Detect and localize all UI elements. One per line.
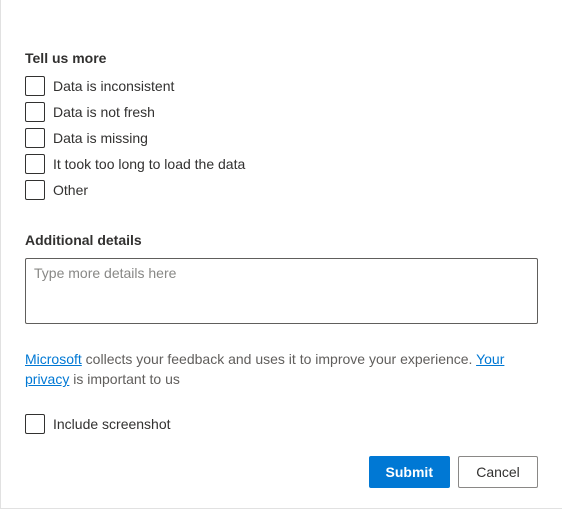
checkbox-icon	[25, 128, 45, 148]
checkbox-include-screenshot[interactable]: Include screenshot	[25, 414, 538, 434]
checkbox-label: Data is inconsistent	[53, 78, 174, 94]
checkbox-data-not-fresh[interactable]: Data is not fresh	[25, 102, 538, 122]
tell-us-more-title: Tell us more	[25, 50, 538, 66]
microsoft-link[interactable]: Microsoft	[25, 351, 82, 367]
checkbox-icon	[25, 154, 45, 174]
checkbox-other[interactable]: Other	[25, 180, 538, 200]
checkbox-data-missing[interactable]: Data is missing	[25, 128, 538, 148]
info-text-2: is important to us	[69, 371, 180, 387]
footer-buttons: Submit Cancel	[369, 456, 538, 488]
additional-details-input[interactable]	[25, 258, 538, 324]
cancel-button[interactable]: Cancel	[458, 456, 538, 488]
checkbox-label: Include screenshot	[53, 416, 171, 432]
feedback-panel: Tell us more Data is inconsistent Data i…	[0, 0, 562, 509]
info-text-1: collects your feedback and uses it to im…	[82, 351, 476, 367]
checkbox-icon	[25, 180, 45, 200]
checkbox-data-inconsistent[interactable]: Data is inconsistent	[25, 76, 538, 96]
checkbox-icon	[25, 414, 45, 434]
checkbox-icon	[25, 76, 45, 96]
checkbox-icon	[25, 102, 45, 122]
checkbox-label: Other	[53, 182, 88, 198]
checkbox-label: It took too long to load the data	[53, 156, 245, 172]
checkbox-too-long[interactable]: It took too long to load the data	[25, 154, 538, 174]
checkbox-label: Data is not fresh	[53, 104, 155, 120]
checkbox-label: Data is missing	[53, 130, 148, 146]
submit-button[interactable]: Submit	[369, 456, 450, 488]
additional-details-title: Additional details	[25, 232, 538, 248]
info-text: Microsoft collects your feedback and use…	[25, 349, 538, 390]
